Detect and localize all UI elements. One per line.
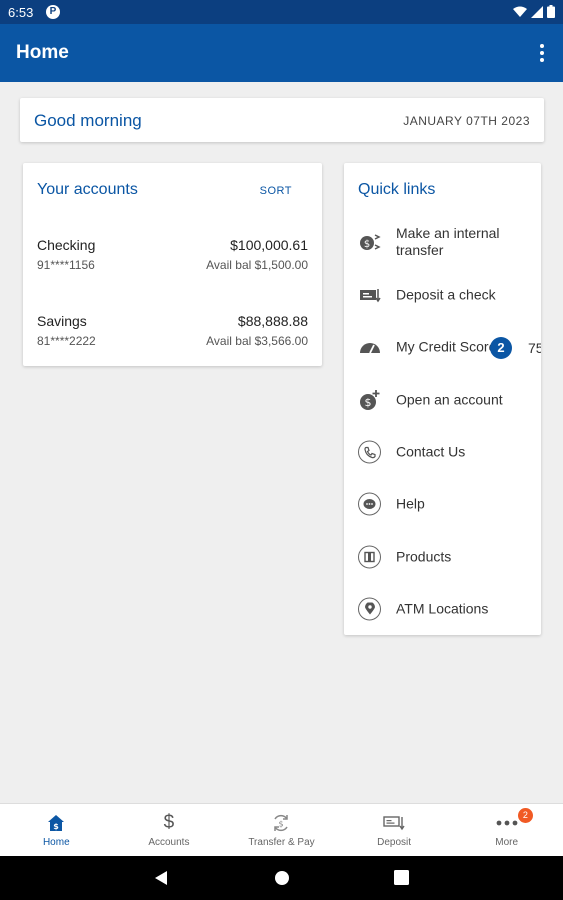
dollar-icon: $ (163, 812, 175, 833)
nav-item-transfer-pay[interactable]: $ Transfer & Pay (225, 804, 338, 856)
nav-label: Deposit (377, 837, 412, 848)
quick-link-atm-locations[interactable]: ATM Locations (344, 589, 541, 629)
status-time: 6:53 (8, 5, 34, 20)
quick-link-label: Products (396, 548, 452, 565)
nav-label: More (495, 837, 519, 848)
credit-score-value: 75 (528, 340, 541, 356)
quick-link-label: Contact Us (396, 443, 466, 460)
quick-link-internal-transfer[interactable]: $ Make an internal transfer (344, 222, 541, 262)
nav-item-accounts[interactable]: $ Accounts (113, 804, 226, 856)
menu-dot-icon (540, 51, 544, 55)
quick-link-label: Make an internal transfer (396, 225, 500, 258)
accounts-title: Your accounts (37, 181, 138, 198)
account-row-savings[interactable]: Savings 81****2222 $88,888.88 Avail bal … (23, 313, 322, 361)
nav-item-home[interactable]: $ Home (0, 804, 113, 856)
quick-link-label: My Credit Score (396, 338, 497, 355)
nav-item-more[interactable]: 2 More (450, 804, 563, 856)
internal-transfer-icon: $ (358, 230, 382, 254)
account-available-balance: Avail bal $1,500.00 (206, 258, 308, 272)
status-icons (513, 5, 555, 18)
status-bar: 6:53 P (0, 0, 563, 24)
quick-links-card: Quick links $ Make an internal transfer … (344, 163, 541, 635)
notification-p-icon: P (46, 5, 60, 19)
battery-icon (547, 5, 555, 18)
quick-link-label: Deposit a check (396, 286, 496, 303)
credit-score-badge: 2 (490, 337, 512, 359)
accounts-card: Your accounts SORT Checking 91****1156 $… (23, 163, 322, 366)
account-row-checking[interactable]: Checking 91****1156 $100,000.61 Avail ba… (23, 237, 322, 285)
account-name: Savings (37, 313, 87, 329)
svg-text:$: $ (365, 396, 372, 409)
phone-icon (358, 440, 381, 464)
quick-links-title: Quick links (358, 181, 436, 198)
nav-label: Accounts (148, 837, 190, 848)
quick-link-label: ATM Locations (396, 600, 489, 617)
back-icon[interactable] (154, 870, 168, 886)
quick-link-contact-us[interactable]: Contact Us (344, 432, 541, 472)
products-icon (358, 545, 381, 569)
greeting-text: Good morning (34, 111, 142, 130)
svg-text:$: $ (364, 239, 370, 250)
wifi-icon (513, 6, 527, 17)
app-bar: Home (0, 24, 563, 82)
account-name: Checking (37, 237, 96, 253)
more-badge: 2 (517, 808, 533, 823)
deposit-icon (383, 812, 405, 834)
svg-text:$: $ (279, 820, 284, 829)
quick-link-help[interactable]: Help (344, 484, 541, 524)
greeting-card: Good morning JANUARY 07TH 2023 (20, 98, 544, 142)
new-account-icon: $ (358, 388, 382, 412)
account-balance: $100,000.61 (230, 237, 308, 253)
location-pin-icon (358, 597, 381, 621)
signal-icon (531, 5, 543, 18)
recents-icon[interactable] (394, 870, 409, 885)
account-number: 81****2222 (37, 334, 96, 348)
account-number: 91****1156 (37, 258, 95, 272)
svg-text:$: $ (54, 822, 60, 831)
quick-link-open-account[interactable]: $ Open an account (344, 380, 541, 420)
system-nav-bar (0, 856, 563, 900)
sort-button[interactable]: SORT (260, 185, 292, 197)
check-deposit-icon (358, 283, 382, 307)
overflow-menu-button[interactable] (535, 42, 549, 64)
chat-icon (358, 492, 381, 516)
menu-dot-icon (540, 58, 544, 62)
quick-link-label: Help (396, 495, 425, 512)
account-balance: $88,888.88 (237, 313, 308, 329)
bottom-nav: $ Home $ Accounts $ Transfer & Pay Depos… (0, 803, 563, 856)
page-title: Home (16, 42, 69, 63)
quick-link-label: Open an account (396, 391, 503, 408)
quick-link-products[interactable]: Products (344, 537, 541, 577)
home-circle-icon[interactable] (274, 870, 290, 886)
more-dots-icon (496, 812, 518, 834)
quick-link-credit-score[interactable]: My Credit Score 2 75 (344, 327, 541, 367)
nav-label: Transfer & Pay (248, 837, 315, 848)
home-icon: $ (45, 812, 67, 834)
speedometer-icon (358, 335, 382, 359)
nav-item-deposit[interactable]: Deposit (338, 804, 451, 856)
quick-link-deposit-check[interactable]: Deposit a check (344, 275, 541, 315)
account-available-balance: Avail bal $3,566.00 (206, 334, 308, 348)
nav-label: Home (42, 837, 70, 848)
transfer-icon: $ (270, 812, 292, 834)
greeting-date: JANUARY 07TH 2023 (403, 114, 530, 128)
menu-dot-icon (540, 44, 544, 48)
